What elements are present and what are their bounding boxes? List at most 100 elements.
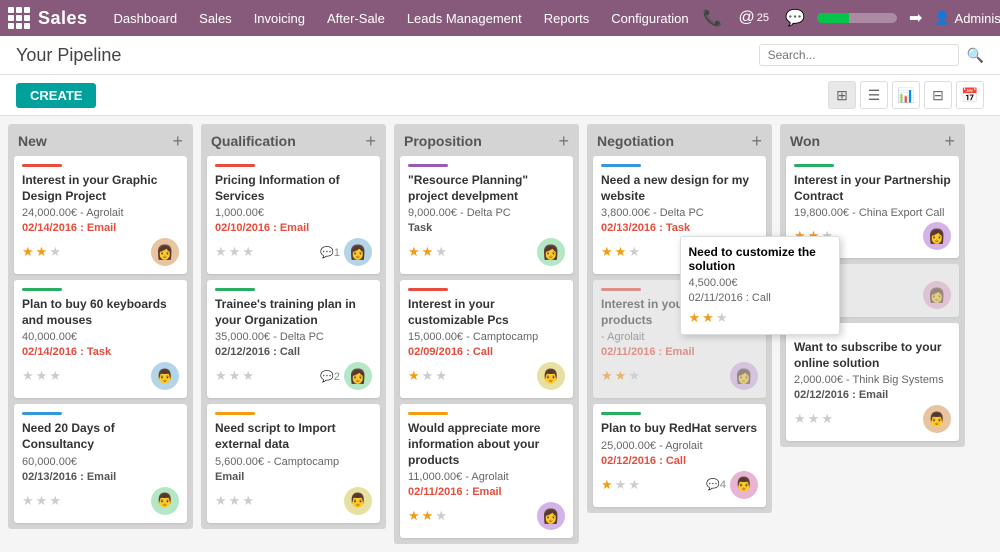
- card-amount: 40,000.00€: [22, 331, 179, 343]
- card-title: Need script to Import external data: [215, 421, 372, 452]
- card-stars[interactable]: ★★★: [215, 493, 254, 509]
- card-color-bar: [22, 412, 62, 415]
- card-title: Pricing Information of Services: [215, 173, 372, 204]
- table-row[interactable]: Interest in your customizable Pcs 15,000…: [400, 280, 573, 398]
- card-avatar: 👩: [537, 238, 565, 266]
- search-input[interactable]: [768, 48, 938, 62]
- popup-amount: 4,500.00€: [689, 277, 831, 289]
- card-footer: ★★★ 👨: [215, 487, 372, 515]
- table-row[interactable]: Plan to buy RedHat servers 25,000.00€ - …: [593, 404, 766, 507]
- card-stars[interactable]: ★★★: [408, 508, 447, 524]
- col-add-proposition[interactable]: +: [558, 132, 569, 150]
- card-title: Interest in your Partnership Contract: [794, 173, 951, 204]
- card-title: Need 20 Days of Consultancy: [22, 421, 179, 452]
- calendar-view-button[interactable]: 📅: [956, 81, 984, 109]
- card-amount: 5,600.00€ - Camptocamp: [215, 456, 372, 468]
- popup-date: 02/11/2016 : Call: [689, 292, 831, 304]
- nav-right-area: 📞 @25 💬 ➡ 👤 Administrator ▾: [699, 8, 1000, 28]
- brand-name: Sales: [38, 8, 88, 29]
- card-stars[interactable]: ★★★: [408, 368, 447, 384]
- kanban-col-qualification: Qualification + Pricing Information of S…: [201, 124, 386, 529]
- table-row[interactable]: Need 20 Days of Consultancy 60,000.00€ 0…: [14, 404, 187, 522]
- nav-after-sale[interactable]: After-Sale: [317, 0, 395, 36]
- card-amount: 24,000.00€ - Agrolait: [22, 207, 179, 219]
- card-stars[interactable]: ★★★: [601, 368, 640, 384]
- search-icon[interactable]: 🔍: [967, 47, 984, 64]
- card-avatar: 👩: [344, 362, 372, 390]
- table-row[interactable]: Interest in your Graphic Design Project …: [14, 156, 187, 274]
- kanban-col-new: New + Interest in your Graphic Design Pr…: [8, 124, 193, 529]
- card-amount: 2,000.00€ - Think Big Systems: [794, 374, 951, 386]
- nav-leads-management[interactable]: Leads Management: [397, 0, 532, 36]
- card-amount: 25,000.00€ - Agrolait: [601, 440, 758, 452]
- subheader: Your Pipeline 🔍: [0, 36, 1000, 75]
- card-color-bar: [601, 288, 641, 291]
- user-menu[interactable]: 👤 Administrator ▾: [934, 10, 1000, 26]
- card-footer: ★★★ 👩: [601, 362, 758, 390]
- card-amount: 1,000.00€: [215, 207, 372, 219]
- card-stars[interactable]: ★★★: [22, 244, 61, 260]
- list-view-button[interactable]: ☰: [860, 81, 888, 109]
- apps-menu-icon[interactable]: [8, 7, 30, 29]
- card-stars[interactable]: ★★★: [601, 244, 640, 260]
- card-date: 02/14/2016 : Task: [22, 346, 179, 358]
- card-avatar: 👨: [537, 362, 565, 390]
- card-title: Trainee's training plan in your Organiza…: [215, 297, 372, 328]
- card-title: Interest in your customizable Pcs: [408, 297, 565, 328]
- card-stars[interactable]: ★★★: [601, 477, 640, 493]
- col-add-negotiation[interactable]: +: [751, 132, 762, 150]
- nav-sales[interactable]: Sales: [189, 0, 242, 36]
- table-row[interactable]: Pricing Information of Services 1,000.00…: [207, 156, 380, 274]
- card-avatar: 👨: [151, 487, 179, 515]
- chat-icon[interactable]: 💬: [781, 8, 809, 28]
- pivot-view-button[interactable]: ⊟: [924, 81, 952, 109]
- card-footer: ★★★ 👨: [22, 362, 179, 390]
- card-color-bar: [408, 412, 448, 415]
- card-footer: ★★★ 👩: [22, 238, 179, 266]
- nav-invoicing[interactable]: Invoicing: [244, 0, 315, 36]
- col-add-won[interactable]: +: [944, 132, 955, 150]
- table-row[interactable]: Want to subscribe to your online solutio…: [786, 323, 959, 441]
- card-date: 02/13/2016 : Email: [22, 471, 179, 483]
- card-amount: 3,800.00€ - Delta PC: [601, 207, 758, 219]
- card-stars[interactable]: ★★★: [22, 493, 61, 509]
- card-stars[interactable]: ★★★: [794, 411, 833, 427]
- table-row[interactable]: Plan to buy 60 keyboards and mouses 40,0…: [14, 280, 187, 398]
- table-row[interactable]: "Resource Planning" project develpment 9…: [400, 156, 573, 274]
- logout-icon[interactable]: ➡: [905, 8, 926, 28]
- at-icon[interactable]: @25: [735, 9, 774, 27]
- card-date: Email: [215, 471, 372, 483]
- card-stars[interactable]: ★★★: [408, 244, 447, 260]
- toolbar: CREATE ⊞ ☰ 📊 ⊟ 📅: [0, 75, 1000, 116]
- card-popup: Need to customize the solution 4,500.00€…: [680, 236, 840, 335]
- col-add-qualification[interactable]: +: [365, 132, 376, 150]
- popup-stars[interactable]: ★★★: [689, 310, 831, 326]
- card-date: Task: [408, 222, 565, 234]
- search-box[interactable]: [759, 44, 959, 66]
- nav-configuration[interactable]: Configuration: [601, 0, 698, 36]
- nav-reports[interactable]: Reports: [534, 0, 600, 36]
- top-navigation: Sales Dashboard Sales Invoicing After-Sa…: [0, 0, 1000, 36]
- col-add-new[interactable]: +: [172, 132, 183, 150]
- card-avatar: 👩: [730, 362, 758, 390]
- card-footer: ★★★ 👨: [22, 487, 179, 515]
- nav-dashboard[interactable]: Dashboard: [104, 0, 188, 36]
- table-row[interactable]: Need script to Import external data 5,60…: [207, 404, 380, 522]
- table-row[interactable]: Trainee's training plan in your Organiza…: [207, 280, 380, 398]
- card-date: 02/11/2016 : Email: [601, 346, 758, 358]
- phone-icon[interactable]: 📞: [699, 8, 727, 28]
- kanban-view-button[interactable]: ⊞: [828, 81, 856, 109]
- card-stars[interactable]: ★★★: [215, 368, 254, 384]
- table-row[interactable]: Would appreciate more information about …: [400, 404, 573, 538]
- card-date: 02/12/2016 : Call: [215, 346, 372, 358]
- create-button[interactable]: CREATE: [16, 83, 96, 108]
- card-date: 02/13/2016 : Task: [601, 222, 758, 234]
- chart-view-button[interactable]: 📊: [892, 81, 920, 109]
- card-stars[interactable]: ★★★: [215, 244, 254, 260]
- user-name: Administrator: [955, 11, 1000, 26]
- card-footer: ★★★ 👨: [794, 405, 951, 433]
- card-stars[interactable]: ★★★: [22, 368, 61, 384]
- col-title-won: Won: [790, 133, 820, 149]
- card-date: 02/10/2016 : Email: [215, 222, 372, 234]
- kanban-board: New + Interest in your Graphic Design Pr…: [0, 116, 1000, 552]
